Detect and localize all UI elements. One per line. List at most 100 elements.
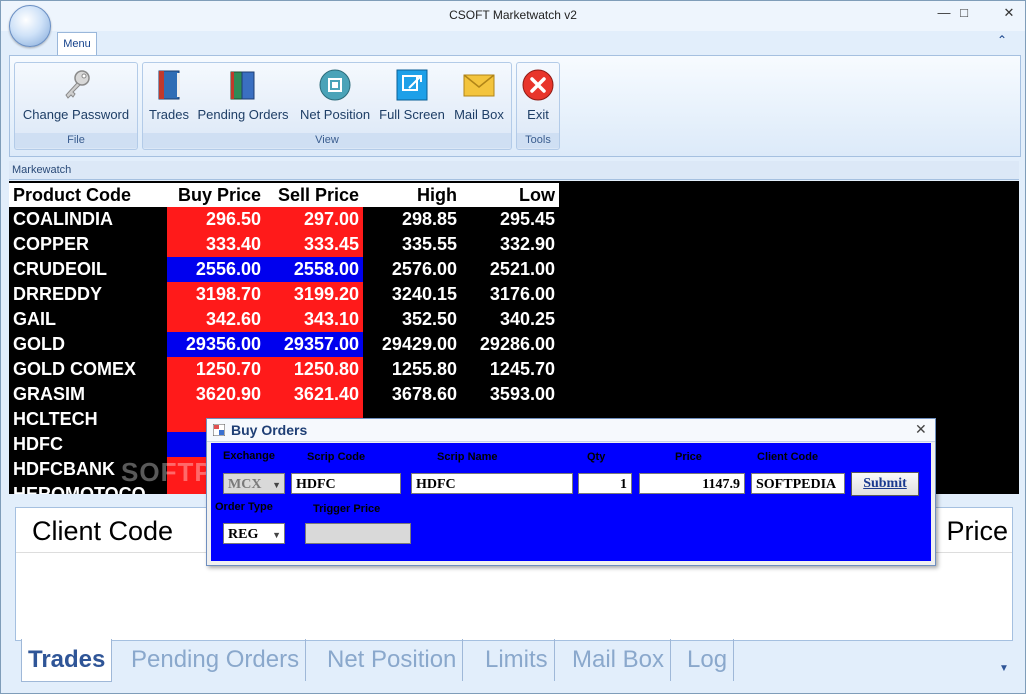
tab-pending-orders[interactable]: Pending Orders xyxy=(125,639,307,681)
scroll-down-icon[interactable]: ▼ xyxy=(999,663,1009,674)
change-password-button[interactable]: Change Password xyxy=(19,67,133,127)
tab-menu[interactable]: Menu xyxy=(57,32,97,55)
ribbon-group-view: Trades Pending Orders Net Position Full … xyxy=(142,62,512,150)
column-header[interactable]: Buy Price xyxy=(167,183,265,207)
product-code-cell: GAIL xyxy=(9,307,167,332)
product-code-cell: COALINDIA xyxy=(9,207,167,232)
table-row[interactable]: COALINDIA 296.50 297.00 298.85 295.45 xyxy=(9,207,559,232)
high-price-cell: 352.50 xyxy=(363,307,461,332)
high-price-cell: 3240.15 xyxy=(363,282,461,307)
ribbon: Change Password File Trades Pending Orde… xyxy=(9,55,1021,157)
scrip-name-field[interactable]: HDFC xyxy=(411,473,573,494)
buy-price-cell: 296.50 xyxy=(167,207,265,232)
dialog-title-bar[interactable]: Buy Orders ✕ xyxy=(207,419,935,442)
table-row[interactable]: CRUDEOIL 2556.00 2558.00 2576.00 2521.00 xyxy=(9,257,559,282)
client-code-field[interactable]: SOFTPEDIA xyxy=(751,473,845,494)
dialog-close-icon[interactable]: ✕ xyxy=(915,421,927,438)
high-price-cell: 335.55 xyxy=(363,232,461,257)
low-price-cell: 29286.00 xyxy=(461,332,559,357)
low-price-cell: 332.90 xyxy=(461,232,559,257)
table-row[interactable]: GOLD COMEX 1250.70 1250.80 1255.80 1245.70 xyxy=(9,357,559,382)
product-code-cell: HCLTECH xyxy=(9,407,167,432)
qty-field[interactable]: 1 xyxy=(578,473,632,494)
high-price-cell: 3678.60 xyxy=(363,382,461,407)
product-code-cell: GRASIM xyxy=(9,382,167,407)
exchange-value: MCX xyxy=(228,477,262,492)
high-price-cell: 1255.80 xyxy=(363,357,461,382)
full-screen-label: Full Screen xyxy=(379,107,445,122)
ribbon-collapse-icon[interactable]: ⌃ xyxy=(997,33,1007,47)
low-price-cell: 1245.70 xyxy=(461,357,559,382)
scrip-name-label: Scrip Name xyxy=(437,451,498,463)
close-button[interactable]: ✕ xyxy=(994,3,1024,23)
trades-button[interactable]: Trades xyxy=(147,67,191,127)
tab-limits[interactable]: Limits xyxy=(479,639,555,681)
low-price-cell: 295.45 xyxy=(461,207,559,232)
application-menu-orb[interactable] xyxy=(9,5,51,47)
book-icon xyxy=(151,67,187,103)
tab-net-position[interactable]: Net Position xyxy=(321,639,464,681)
app-window: CSOFT Marketwatch v2 — □ ✕ Menu ⌃ Change… xyxy=(0,0,1026,694)
table-header-row: Product Code Buy Price Sell Price High L… xyxy=(9,183,559,207)
column-header[interactable]: Product Code xyxy=(9,183,167,207)
column-header[interactable]: Sell Price xyxy=(265,183,363,207)
product-code-cell: HDFC xyxy=(9,432,167,457)
ribbon-tabs: Menu ⌃ xyxy=(1,31,1025,55)
full-screen-button[interactable]: Full Screen xyxy=(379,67,445,127)
exchange-label: Exchange xyxy=(223,450,275,462)
product-code-cell: GOLD xyxy=(9,332,167,357)
high-price-cell: 298.85 xyxy=(363,207,461,232)
exchange-select[interactable]: MCX ▼ xyxy=(223,473,285,494)
ribbon-group-tools: Exit Tools xyxy=(516,62,560,150)
low-price-cell: 2521.00 xyxy=(461,257,559,282)
price-field[interactable]: 1147.9 xyxy=(639,473,745,494)
form-icon xyxy=(213,424,225,436)
pending-orders-label: Pending Orders xyxy=(197,107,289,122)
buy-price-cell: 1250.70 xyxy=(167,357,265,382)
net-position-icon xyxy=(317,67,353,103)
buy-price-cell: 342.60 xyxy=(167,307,265,332)
product-code-cell: DRREDDY xyxy=(9,282,167,307)
sell-price-cell: 333.45 xyxy=(265,232,363,257)
sell-price-cell: 29357.00 xyxy=(265,332,363,357)
sell-price-cell: 2558.00 xyxy=(265,257,363,282)
low-price-cell: 3593.00 xyxy=(461,382,559,407)
maximize-button[interactable]: □ xyxy=(951,3,977,23)
sell-price-cell: 1250.80 xyxy=(265,357,363,382)
column-header[interactable]: High xyxy=(363,183,461,207)
key-icon xyxy=(58,67,94,103)
exit-label: Exit xyxy=(527,107,549,122)
pending-orders-button[interactable]: Pending Orders xyxy=(195,67,291,127)
net-position-button[interactable]: Net Position xyxy=(297,67,373,127)
high-price-cell: 2576.00 xyxy=(363,257,461,282)
tab-mail-box[interactable]: Mail Box xyxy=(566,639,672,681)
order-type-select[interactable]: REG ▼ xyxy=(223,523,285,544)
buy-orders-dialog: Buy Orders ✕ Exchange Scrip Code Scrip N… xyxy=(206,418,936,566)
tab-log[interactable]: Log xyxy=(681,639,735,681)
trigger-price-field[interactable] xyxy=(305,523,411,544)
ribbon-group-file: Change Password File xyxy=(14,62,138,150)
product-code-cell: COPPER xyxy=(9,232,167,257)
column-header-price[interactable]: Price xyxy=(946,516,1008,547)
exit-button[interactable]: Exit xyxy=(519,67,557,127)
column-header-client-code[interactable]: Client Code xyxy=(32,516,173,547)
table-row[interactable]: DRREDDY 3198.70 3199.20 3240.15 3176.00 xyxy=(9,282,559,307)
buy-price-cell: 29356.00 xyxy=(167,332,265,357)
order-type-value: REG xyxy=(228,527,259,542)
tab-trades[interactable]: Trades xyxy=(21,639,113,682)
group-label-file: File xyxy=(15,133,137,148)
table-row[interactable]: GOLD 29356.00 29357.00 29429.00 29286.00 xyxy=(9,332,559,357)
scrip-code-field[interactable]: HDFC xyxy=(291,473,401,494)
group-label-tools: Tools xyxy=(517,133,559,148)
sell-price-cell: 3199.20 xyxy=(265,282,363,307)
table-row[interactable]: GRASIM 3620.90 3621.40 3678.60 3593.00 xyxy=(9,382,559,407)
buy-price-cell: 2556.00 xyxy=(167,257,265,282)
column-header[interactable]: Low xyxy=(461,183,559,207)
sell-price-cell: 3621.40 xyxy=(265,382,363,407)
submit-button[interactable]: Submit xyxy=(851,472,919,496)
table-row[interactable]: GAIL 342.60 343.10 352.50 340.25 xyxy=(9,307,559,332)
mail-box-button[interactable]: Mail Box xyxy=(451,67,507,127)
change-password-label: Change Password xyxy=(22,107,130,122)
table-row[interactable]: COPPER 333.40 333.45 335.55 332.90 xyxy=(9,232,559,257)
mail-box-label: Mail Box xyxy=(454,107,504,122)
